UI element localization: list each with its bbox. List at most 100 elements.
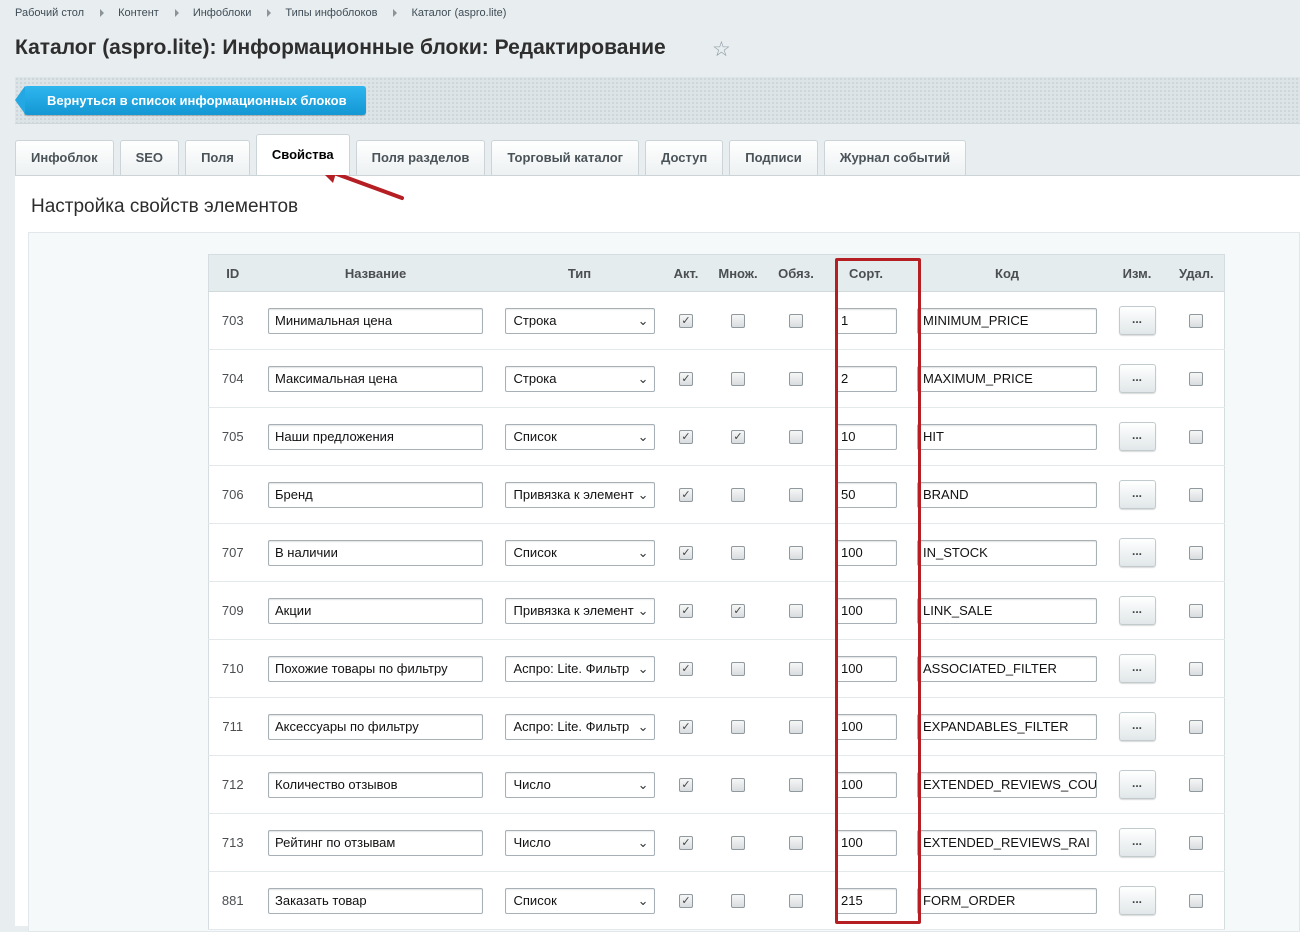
- property-type-select[interactable]: Число ⌄: [504, 771, 655, 798]
- property-code-input[interactable]: HIT: [917, 423, 1097, 450]
- property-type-select[interactable]: Список ⌄: [504, 887, 655, 914]
- sort-input[interactable]: 100: [835, 539, 897, 566]
- multiple-checkbox[interactable]: [731, 836, 745, 851]
- required-checkbox[interactable]: [789, 836, 803, 851]
- property-code-input[interactable]: BRAND: [917, 481, 1097, 508]
- property-type-select[interactable]: Список ⌄: [504, 423, 655, 450]
- property-code-input[interactable]: LINK_SALE: [917, 597, 1097, 624]
- active-checkbox[interactable]: ✓: [679, 546, 693, 561]
- edit-property-button[interactable]: ...: [1118, 422, 1156, 451]
- delete-checkbox[interactable]: [1189, 372, 1204, 387]
- tab-trade-catalog[interactable]: Торговый каталог: [491, 140, 640, 175]
- sort-input[interactable]: 50: [835, 481, 897, 508]
- delete-checkbox[interactable]: [1189, 836, 1204, 851]
- multiple-checkbox[interactable]: [731, 662, 745, 677]
- property-code-input[interactable]: ASSOCIATED_FILTER: [917, 655, 1097, 682]
- property-name-input[interactable]: [268, 539, 483, 566]
- breadcrumb-item[interactable]: Рабочий стол: [15, 7, 84, 19]
- multiple-checkbox[interactable]: [731, 546, 745, 561]
- breadcrumb-item-current[interactable]: Каталог (aspro.lite): [411, 7, 506, 19]
- property-type-select[interactable]: Строка ⌄: [504, 365, 655, 392]
- edit-property-button[interactable]: ...: [1118, 770, 1156, 799]
- tab-fields[interactable]: Поля: [185, 140, 250, 175]
- tab-captions[interactable]: Подписи: [729, 140, 818, 175]
- required-checkbox[interactable]: [789, 604, 803, 619]
- multiple-checkbox[interactable]: [731, 720, 745, 735]
- tab-access[interactable]: Доступ: [645, 140, 724, 175]
- property-code-input[interactable]: MAXIMUM_PRICE: [917, 365, 1097, 392]
- property-name-input[interactable]: [268, 771, 483, 798]
- tab-event-log[interactable]: Журнал событий: [823, 140, 967, 175]
- multiple-checkbox[interactable]: ✓: [731, 430, 745, 445]
- property-code-input[interactable]: IN_STOCK: [917, 539, 1097, 566]
- edit-property-button[interactable]: ...: [1118, 886, 1156, 915]
- delete-checkbox[interactable]: [1189, 430, 1204, 445]
- delete-checkbox[interactable]: [1189, 894, 1204, 909]
- property-code-input[interactable]: EXTENDED_REVIEWS_COU: [917, 771, 1097, 798]
- active-checkbox[interactable]: ✓: [679, 488, 693, 503]
- breadcrumb-item[interactable]: Типы инфоблоков: [285, 7, 377, 19]
- edit-property-button[interactable]: ...: [1118, 596, 1156, 625]
- breadcrumb-item[interactable]: Контент: [118, 7, 159, 19]
- sort-input[interactable]: 2: [835, 365, 897, 392]
- property-name-input[interactable]: [268, 829, 483, 856]
- active-checkbox[interactable]: ✓: [679, 778, 693, 793]
- active-checkbox[interactable]: ✓: [679, 894, 693, 909]
- property-code-input[interactable]: EXTENDED_REVIEWS_RAI: [917, 829, 1097, 856]
- delete-checkbox[interactable]: [1189, 778, 1204, 793]
- property-type-select[interactable]: Строка ⌄: [504, 307, 655, 334]
- tab-seo[interactable]: SEO: [119, 140, 180, 175]
- active-checkbox[interactable]: ✓: [679, 604, 693, 619]
- required-checkbox[interactable]: [789, 546, 803, 561]
- sort-input[interactable]: 100: [835, 655, 897, 682]
- delete-checkbox[interactable]: [1189, 662, 1204, 677]
- multiple-checkbox[interactable]: [731, 894, 745, 909]
- sort-input[interactable]: 1: [835, 307, 897, 334]
- active-checkbox[interactable]: ✓: [679, 836, 693, 851]
- required-checkbox[interactable]: [789, 778, 803, 793]
- property-type-select[interactable]: Привязка к элемент ⌄: [504, 481, 655, 508]
- property-name-input[interactable]: [268, 655, 483, 682]
- property-name-input[interactable]: [268, 365, 483, 392]
- property-name-input[interactable]: [268, 307, 483, 334]
- property-type-select[interactable]: Привязка к элемент ⌄: [504, 597, 655, 624]
- multiple-checkbox[interactable]: [731, 314, 745, 329]
- required-checkbox[interactable]: [789, 430, 803, 445]
- delete-checkbox[interactable]: [1189, 720, 1204, 735]
- property-name-input[interactable]: [268, 887, 483, 914]
- property-name-input[interactable]: [268, 481, 483, 508]
- edit-property-button[interactable]: ...: [1118, 828, 1156, 857]
- multiple-checkbox[interactable]: ✓: [731, 604, 745, 619]
- breadcrumb-item[interactable]: Инфоблоки: [193, 7, 252, 19]
- star-icon[interactable]: ☆: [712, 37, 731, 62]
- property-type-select[interactable]: Число ⌄: [504, 829, 655, 856]
- multiple-checkbox[interactable]: [731, 778, 745, 793]
- property-name-input[interactable]: [268, 713, 483, 740]
- delete-checkbox[interactable]: [1189, 488, 1204, 503]
- active-checkbox[interactable]: ✓: [679, 372, 693, 387]
- delete-checkbox[interactable]: [1189, 314, 1204, 329]
- property-code-input[interactable]: EXPANDABLES_FILTER: [917, 713, 1097, 740]
- tab-properties[interactable]: Свойства: [255, 134, 350, 175]
- edit-property-button[interactable]: ...: [1118, 712, 1156, 741]
- property-type-select[interactable]: Список ⌄: [504, 539, 655, 566]
- sort-input[interactable]: 100: [835, 771, 897, 798]
- required-checkbox[interactable]: [789, 720, 803, 735]
- edit-property-button[interactable]: ...: [1118, 306, 1156, 335]
- property-type-select[interactable]: Аспро: Lite. Фильтр ⌄: [504, 655, 655, 682]
- active-checkbox[interactable]: ✓: [679, 430, 693, 445]
- edit-property-button[interactable]: ...: [1118, 654, 1156, 683]
- delete-checkbox[interactable]: [1189, 546, 1204, 561]
- back-to-list-button[interactable]: Вернуться в список информационных блоков: [15, 86, 366, 115]
- sort-input[interactable]: 100: [835, 713, 897, 740]
- sort-input[interactable]: 10: [835, 423, 897, 450]
- property-type-select[interactable]: Аспро: Lite. Фильтр ⌄: [504, 713, 655, 740]
- property-name-input[interactable]: [268, 423, 483, 450]
- multiple-checkbox[interactable]: [731, 488, 745, 503]
- required-checkbox[interactable]: [789, 314, 803, 329]
- active-checkbox[interactable]: ✓: [679, 314, 693, 329]
- property-code-input[interactable]: MINIMUM_PRICE: [917, 307, 1097, 334]
- edit-property-button[interactable]: ...: [1118, 364, 1156, 393]
- required-checkbox[interactable]: [789, 894, 803, 909]
- tab-infoblock[interactable]: Инфоблок: [15, 140, 114, 175]
